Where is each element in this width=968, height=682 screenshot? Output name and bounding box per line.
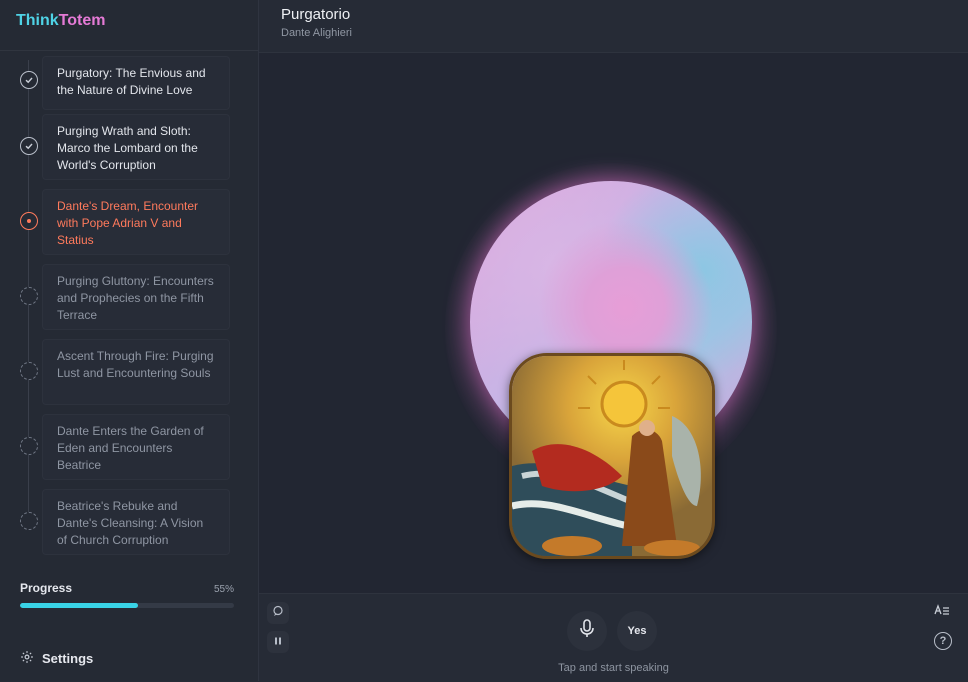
pending-circle-icon: [20, 362, 38, 380]
check-circle-icon: [20, 137, 38, 155]
pending-circle-icon: [20, 287, 38, 305]
chapter-title: Purgatory: The Envious and the Nature of…: [57, 66, 206, 97]
divider: [0, 50, 258, 51]
header: Purgatorio Dante Alighieri: [259, 0, 968, 53]
chapter-item[interactable]: Purging Wrath and Sloth: Marco the Lomba…: [42, 114, 230, 180]
book-author: Dante Alighieri: [281, 27, 352, 39]
help-icon[interactable]: ?: [934, 632, 952, 650]
chapter-item[interactable]: Ascent Through Fire: Purging Lust and En…: [42, 339, 230, 405]
progress-percent: 55%: [213, 584, 234, 595]
chapter-artwork: [509, 353, 715, 559]
text-format-icon: [934, 604, 950, 619]
progress-label: Progress: [20, 581, 73, 595]
settings-button[interactable]: Settings: [20, 650, 93, 667]
logo-totem: Totem: [58, 12, 106, 29]
progress-bar: [20, 603, 234, 608]
chapter-item[interactable]: Purgatory: The Envious and the Nature of…: [42, 56, 230, 110]
book-title: Purgatorio: [281, 6, 351, 23]
gear-icon: [20, 650, 34, 667]
chapter-item[interactable]: Dante Enters the Garden of Eden and Enco…: [42, 414, 230, 480]
voice-stage: [259, 53, 968, 593]
pause-icon: [273, 633, 283, 651]
pending-circle-icon: [20, 437, 38, 455]
text-size-button[interactable]: [934, 604, 950, 619]
microphone-button[interactable]: [567, 611, 607, 651]
chat-button[interactable]: [267, 602, 289, 624]
check-circle-icon: [20, 71, 38, 89]
current-chapter-icon: [20, 212, 38, 230]
chapter-item-active[interactable]: Dante's Dream, Encounter with Pope Adria…: [42, 189, 230, 255]
app-logo[interactable]: ThinkTotem: [16, 12, 105, 30]
settings-label: Settings: [42, 651, 94, 666]
chapter-title: Ascent Through Fire: Purging Lust and En…: [57, 349, 214, 380]
chapter-title: Beatrice's Rebuke and Dante's Cleansing:…: [57, 499, 204, 547]
logo-think: Think: [16, 12, 59, 29]
microphone-icon: [578, 618, 596, 644]
speak-hint: Tap and start speaking: [558, 662, 669, 674]
yes-button[interactable]: Yes: [617, 611, 657, 651]
chapter-title: Dante Enters the Garden of Eden and Enco…: [57, 424, 204, 472]
chapter-title: Purging Wrath and Sloth: Marco the Lomba…: [57, 124, 198, 172]
sidebar: ThinkTotem Purgatory: The Envious and th…: [0, 0, 259, 681]
chapter-item[interactable]: Purging Gluttony: Encounters and Prophec…: [42, 264, 230, 330]
chapter-title: Dante's Dream, Encounter with Pope Adria…: [57, 199, 199, 247]
chapter-item[interactable]: Beatrice's Rebuke and Dante's Cleansing:…: [42, 489, 230, 555]
chat-bubble-icon: [272, 604, 284, 622]
pending-circle-icon: [20, 512, 38, 530]
controls-bar: Yes Tap and start speaking ?: [259, 593, 968, 682]
pause-button[interactable]: [267, 631, 289, 653]
chapter-title: Purging Gluttony: Encounters and Prophec…: [57, 274, 214, 322]
progress-fill: [20, 603, 138, 608]
